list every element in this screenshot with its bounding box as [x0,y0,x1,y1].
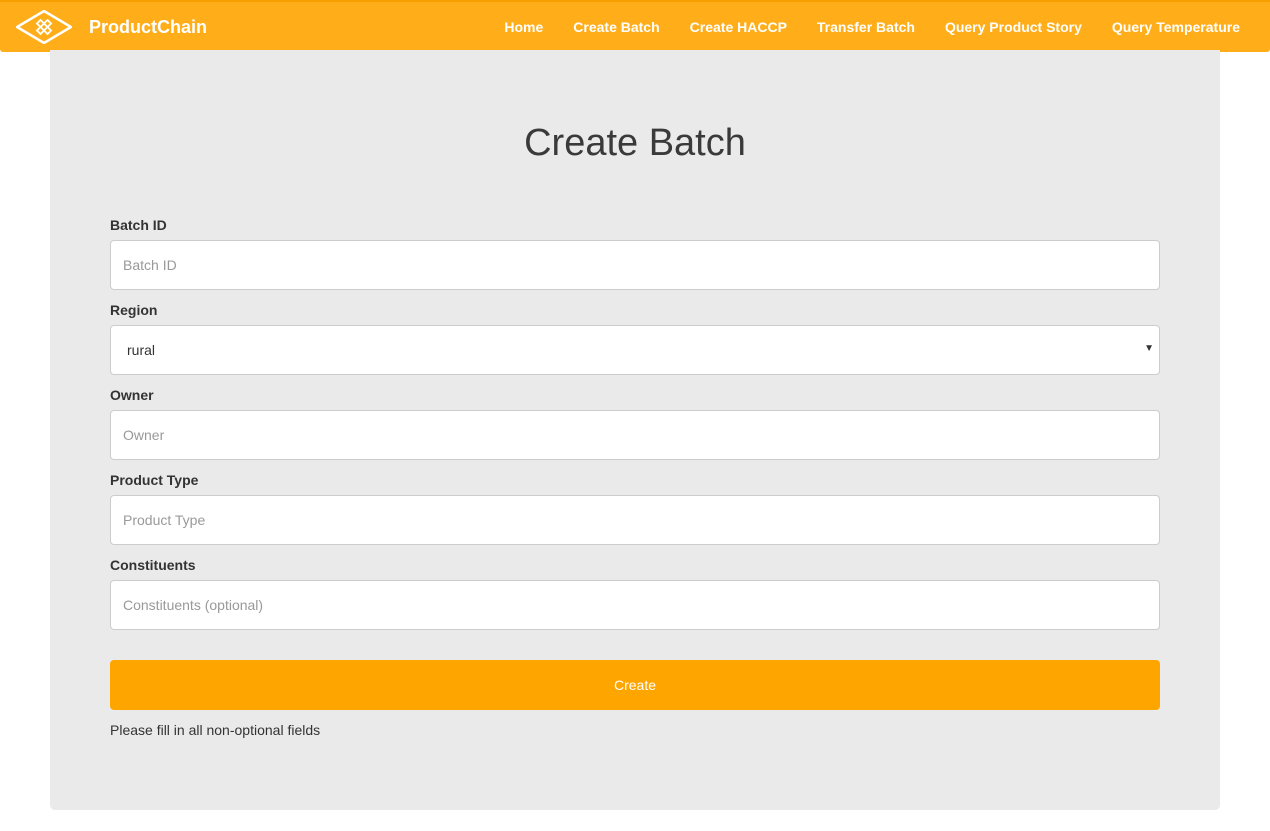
owner-label: Owner [110,387,154,403]
region-select[interactable]: rural ▼ [110,325,1160,375]
diamond-knot-logo-icon [16,10,72,44]
constituents-input[interactable] [110,580,1160,630]
caret-down-icon: ▼ [1144,343,1154,354]
constituents-label: Constituents [110,557,196,573]
nav-create-batch[interactable]: Create Batch [558,19,674,35]
nav-transfer-batch[interactable]: Transfer Batch [802,19,930,35]
nav-links: Home Create Batch Create HACCP Transfer … [489,2,1255,52]
batch-id-input[interactable] [110,240,1160,290]
product-type-label: Product Type [110,472,199,488]
top-navbar: ProductChain Home Create Batch Create HA… [0,0,1270,52]
product-type-input[interactable] [110,495,1160,545]
nav-home[interactable]: Home [489,19,558,35]
owner-input[interactable] [110,410,1160,460]
nav-create-haccp[interactable]: Create HACCP [675,19,802,35]
brand-link[interactable]: ProductChain [16,2,207,52]
nav-query-temperature[interactable]: Query Temperature [1097,19,1255,35]
region-label: Region [110,302,158,318]
region-selected-value: rural [127,342,156,358]
form-hint: Please fill in all non-optional fields [110,722,321,738]
create-button[interactable]: Create [110,660,1160,710]
batch-id-label: Batch ID [110,217,167,233]
create-batch-panel: Create Batch Batch ID Region rural ▼ Own… [50,50,1220,810]
nav-query-product-story[interactable]: Query Product Story [930,19,1097,35]
page-title: Create Batch [524,122,746,164]
brand-name: ProductChain [89,16,208,37]
